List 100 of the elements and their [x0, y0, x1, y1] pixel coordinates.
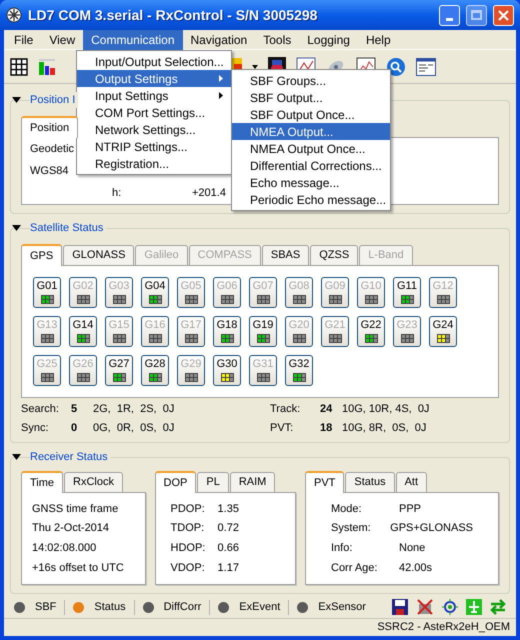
- menu-entry[interactable]: NMEA Output...: [232, 123, 390, 140]
- satellite-button[interactable]: G32: [285, 355, 313, 386]
- menu-entry[interactable]: Differential Corrections...: [232, 157, 390, 174]
- dop-label: TDOP:: [170, 521, 206, 536]
- minimize-button[interactable]: [439, 4, 460, 26]
- led-label: ExEvent: [239, 600, 280, 615]
- grid-icon[interactable]: [10, 58, 28, 76]
- count-breakdown: 2G, 1R, 2S, 0J: [93, 402, 174, 417]
- satellite-button[interactable]: G22: [357, 316, 385, 347]
- search-icon[interactable]: [386, 56, 406, 76]
- satellite-button[interactable]: G01: [33, 277, 61, 308]
- menu-entry[interactable]: SBF Output Once...: [232, 106, 390, 123]
- collapse-triangle-icon[interactable]: [12, 225, 21, 231]
- app-icon: [6, 7, 22, 23]
- tab[interactable]: Position: [21, 116, 78, 138]
- signal-grid-icon: [436, 334, 450, 343]
- menu-item[interactable]: View: [41, 30, 84, 50]
- tab[interactable]: GPS: [21, 244, 62, 266]
- menu-item[interactable]: Navigation: [182, 30, 256, 50]
- menu-item[interactable]: Help: [358, 30, 399, 50]
- target-icon[interactable]: [442, 599, 458, 615]
- tab[interactable]: Att: [396, 472, 428, 492]
- menu-item[interactable]: Communication: [83, 30, 183, 50]
- signal-grid-icon: [184, 295, 198, 304]
- swap-arrows-icon[interactable]: [490, 599, 506, 615]
- signal-grid-icon: [40, 373, 54, 382]
- menu-item[interactable]: File: [6, 30, 42, 50]
- status-bar-text: SSRC2 - AsteRx2eH_OEM: [377, 620, 510, 636]
- pvt-value: None: [399, 541, 426, 556]
- menu-entry[interactable]: COM Port Settings...: [77, 104, 231, 121]
- tab[interactable]: Status: [345, 472, 395, 492]
- tab[interactable]: SBAS: [262, 245, 310, 265]
- menu-item[interactable]: Tools: [255, 30, 300, 50]
- signal-grid-icon: [400, 295, 414, 304]
- tab[interactable]: RxClock: [64, 472, 123, 492]
- menu-entry[interactable]: NMEA Output Once...: [232, 140, 390, 157]
- dop-label: HDOP:: [170, 541, 206, 556]
- time-text: +16s offset to UTC: [31, 560, 125, 576]
- satellite-button[interactable]: G14: [69, 316, 97, 347]
- bar-chart-icon[interactable]: [38, 58, 56, 76]
- signal-grid-icon: [40, 295, 54, 304]
- signal-grid-icon: [292, 295, 306, 304]
- tab[interactable]: GLONASS: [63, 245, 134, 265]
- satellite-button[interactable]: G04: [141, 277, 169, 308]
- menu-entry[interactable]: Network Settings...: [77, 121, 231, 138]
- menu-item[interactable]: Logging: [299, 30, 358, 50]
- signal-grid-icon: [256, 295, 270, 304]
- signal-grid-icon: [436, 295, 450, 304]
- count-total: 0: [71, 420, 78, 436]
- status-led: [142, 602, 154, 612]
- count-breakdown: 0G, 0R, 0S, 0J: [93, 420, 174, 436]
- menu-entry[interactable]: Output Settings: [77, 70, 231, 87]
- menu-entry[interactable]: SBF Groups...: [232, 72, 390, 89]
- signal-grid-icon: [364, 334, 378, 343]
- menu-entry[interactable]: SBF Output...: [232, 89, 390, 106]
- signal-grid-icon: [292, 334, 306, 343]
- window-list-icon[interactable]: [416, 58, 436, 76]
- satellite-button[interactable]: G11: [393, 277, 421, 308]
- tab[interactable]: RAIM: [230, 472, 276, 492]
- signal-grid-icon: [328, 334, 342, 343]
- signal-grid-icon: [148, 373, 162, 382]
- tab[interactable]: PL: [197, 472, 229, 492]
- satellite-button[interactable]: G27: [105, 355, 133, 386]
- tab[interactable]: Time: [21, 471, 64, 493]
- signal-grid-icon: [292, 373, 306, 382]
- count-breakdown: 10G, 10R, 4S, 0J: [342, 402, 430, 417]
- signal-grid-icon: [76, 373, 90, 382]
- section-title: Position I: [30, 92, 78, 108]
- menu-entry[interactable]: Periodic Echo message...: [232, 191, 390, 208]
- satellite-button[interactable]: G24: [429, 316, 457, 347]
- signal-grid-icon: [148, 334, 162, 343]
- led-label: Status: [94, 600, 126, 615]
- tab[interactable]: PVT: [305, 471, 344, 493]
- satellite-button[interactable]: G30: [213, 355, 241, 386]
- menu-entry[interactable]: Echo message...: [232, 174, 390, 191]
- collapse-triangle-icon[interactable]: [12, 454, 21, 460]
- collapse-triangle-icon[interactable]: [12, 97, 21, 103]
- count-label: Sync:: [21, 420, 50, 436]
- signal-grid-icon: [40, 334, 54, 343]
- signal-grid-icon: [220, 334, 234, 343]
- close-button[interactable]: [493, 4, 514, 26]
- tab[interactable]: QZSS: [310, 245, 358, 265]
- save-icon[interactable]: [392, 599, 408, 615]
- signal-grid-icon: [220, 373, 234, 382]
- signal-grid-icon: [256, 334, 270, 343]
- status-led: [218, 602, 230, 612]
- menu-entry[interactable]: Registration...: [77, 155, 231, 172]
- disconnect-icon[interactable]: [416, 599, 434, 615]
- menu-entry[interactable]: NTRIP Settings...: [77, 138, 231, 155]
- tab[interactable]: DOP: [154, 471, 196, 493]
- dop-value: 0.66: [218, 541, 239, 556]
- time-text: GNSS time frame: [31, 502, 120, 517]
- satellite-button[interactable]: G19: [249, 316, 277, 347]
- satellite-button[interactable]: G28: [141, 355, 169, 386]
- menu-entry[interactable]: Input/Output Selection...: [77, 53, 231, 70]
- status-led: [297, 602, 308, 612]
- satellite-button[interactable]: G18: [213, 316, 241, 347]
- menu-entry[interactable]: Input Settings: [77, 87, 231, 104]
- status-led: [73, 602, 84, 612]
- maximize-button[interactable]: [466, 4, 487, 26]
